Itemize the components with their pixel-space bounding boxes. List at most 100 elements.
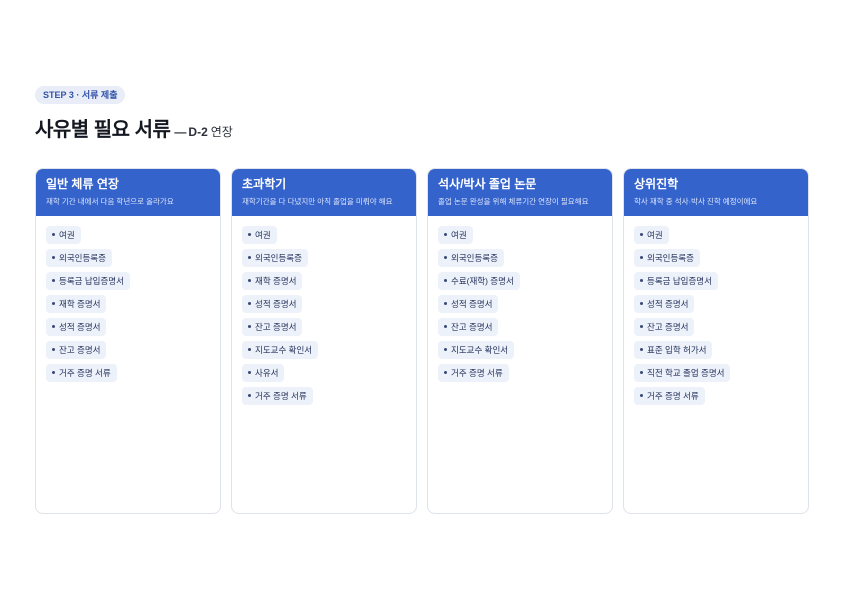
card-title: 석사/박사 졸업 논문 [438, 177, 537, 191]
document-label: 수료(재학) 증명서 [451, 276, 514, 286]
card-subtitle: 재학기간을 다 다녔지만 아직 졸업을 미뤄야 해요 [242, 197, 393, 206]
document-label: 외국인등록증 [451, 253, 498, 263]
bullet-icon [640, 394, 643, 398]
document-label: 등록금 납입증명서 [59, 276, 124, 286]
document-chip: 거주 증명 서류 [46, 364, 117, 382]
bullet-icon [640, 302, 643, 306]
bullet-icon [248, 302, 251, 306]
document-label: 재학 증명서 [255, 276, 297, 286]
step-badge: STEP 3 · 서류 제출 [35, 86, 126, 104]
document-label: 여권 [255, 230, 271, 240]
document-label: 표준 입학 허가서 [647, 345, 707, 355]
document-chip: 직전 학교 졸업 증명서 [634, 364, 731, 382]
bullet-icon [52, 348, 55, 352]
bullet-icon [52, 279, 55, 283]
reason-card-higher-degree: 상위진학학사 재학 중 석사·박사 진학 예정이에요여권외국인등록증등록금 납입… [623, 168, 809, 514]
document-chip: 외국인등록증 [46, 249, 112, 267]
document-chip: 여권 [46, 226, 81, 244]
document-label: 여권 [59, 230, 75, 240]
visa-code: D-2 [188, 125, 208, 139]
document-chip: 표준 입학 허가서 [634, 341, 713, 359]
page-title: 사유별 필요 서류 — D-2 연장 [35, 113, 233, 142]
card-header: 일반 체류 연장재학 기간 내에서 다음 학년으로 올라가요 [36, 169, 220, 216]
reason-cards: 일반 체류 연장재학 기간 내에서 다음 학년으로 올라가요여권외국인등록증등록… [35, 168, 809, 514]
document-chip: 사유서 [242, 364, 285, 382]
bullet-icon [444, 325, 447, 329]
bullet-icon [444, 256, 447, 260]
document-label: 재학 증명서 [59, 299, 101, 309]
document-label: 거주 증명 서류 [59, 368, 111, 378]
page-title-main: 사유별 필요 서류 [35, 119, 171, 141]
card-title: 상위진학 [634, 177, 679, 191]
bullet-icon [444, 371, 447, 375]
bullet-icon [52, 233, 55, 237]
document-chip: 지도교수 확인서 [438, 341, 515, 359]
document-label: 사유서 [255, 368, 279, 378]
bullet-icon [248, 325, 251, 329]
document-label: 외국인등록증 [59, 253, 106, 263]
page-title-suffix: 연장 [210, 125, 233, 139]
bullet-icon [640, 371, 643, 375]
document-list: 여권외국인등록증등록금 납입증명서성적 증명서잔고 증명서표준 입학 허가서직전… [624, 216, 808, 405]
reason-card-thesis: 석사/박사 졸업 논문졸업 논문 완성을 위해 체류기간 연장이 필요해요여권외… [427, 168, 613, 514]
document-label: 여권 [647, 230, 663, 240]
document-label: 여권 [451, 230, 467, 240]
document-label: 잔고 증명서 [59, 345, 101, 355]
bullet-icon [444, 233, 447, 237]
document-label: 거주 증명 서류 [451, 368, 503, 378]
document-chip: 잔고 증명서 [242, 318, 303, 336]
document-chip: 외국인등록증 [438, 249, 504, 267]
document-chip: 지도교수 확인서 [242, 341, 319, 359]
document-chip: 거주 증명 서류 [242, 387, 313, 405]
document-chip: 여권 [634, 226, 669, 244]
document-chip: 여권 [438, 226, 473, 244]
page-title-dash: — [174, 125, 187, 139]
document-chip: 성적 증명서 [46, 318, 107, 336]
bullet-icon [248, 256, 251, 260]
document-chip: 외국인등록증 [242, 249, 308, 267]
document-chip: 잔고 증명서 [634, 318, 695, 336]
card-header: 석사/박사 졸업 논문졸업 논문 완성을 위해 체류기간 연장이 필요해요 [428, 169, 612, 216]
document-chip: 잔고 증명서 [438, 318, 499, 336]
bullet-icon [444, 348, 447, 352]
card-title: 일반 체류 연장 [46, 177, 119, 191]
card-header: 상위진학학사 재학 중 석사·박사 진학 예정이에요 [624, 169, 808, 216]
document-label: 성적 증명서 [647, 299, 689, 309]
bullet-icon [444, 279, 447, 283]
card-title: 초과학기 [242, 177, 287, 191]
document-label: 지도교수 확인서 [255, 345, 313, 355]
document-chip: 수료(재학) 증명서 [438, 272, 520, 290]
document-label: 거주 증명 서류 [255, 391, 307, 401]
bullet-icon [248, 371, 251, 375]
bullet-icon [640, 348, 643, 352]
document-label: 직전 학교 졸업 증명서 [647, 368, 725, 378]
document-list: 여권외국인등록증수료(재학) 증명서성적 증명서잔고 증명서지도교수 확인서거주… [428, 216, 612, 382]
bullet-icon [444, 302, 447, 306]
document-chip: 거주 증명 서류 [438, 364, 509, 382]
document-label: 외국인등록증 [255, 253, 302, 263]
card-subtitle: 학사 재학 중 석사·박사 진학 예정이에요 [634, 197, 758, 206]
document-label: 성적 증명서 [255, 299, 297, 309]
card-subtitle: 졸업 논문 완성을 위해 체류기간 연장이 필요해요 [438, 197, 589, 206]
bullet-icon [248, 394, 251, 398]
document-label: 성적 증명서 [59, 322, 101, 332]
document-label: 잔고 증명서 [647, 322, 689, 332]
bullet-icon [248, 348, 251, 352]
document-label: 등록금 납입증명서 [647, 276, 712, 286]
document-list: 여권외국인등록증등록금 납입증명서재학 증명서성적 증명서잔고 증명서거주 증명… [36, 216, 220, 382]
bullet-icon [52, 325, 55, 329]
document-chip: 등록금 납입증명서 [634, 272, 718, 290]
bullet-icon [640, 325, 643, 329]
bullet-icon [52, 256, 55, 260]
reason-card-general-extension: 일반 체류 연장재학 기간 내에서 다음 학년으로 올라가요여권외국인등록증등록… [35, 168, 221, 514]
page: STEP 3 · 서류 제출 사유별 필요 서류 — D-2 연장 일반 체류 … [0, 0, 842, 595]
document-label: 성적 증명서 [451, 299, 493, 309]
document-label: 잔고 증명서 [451, 322, 493, 332]
document-label: 잔고 증명서 [255, 322, 297, 332]
card-subtitle: 재학 기간 내에서 다음 학년으로 올라가요 [46, 197, 174, 206]
document-chip: 등록금 납입증명서 [46, 272, 130, 290]
bullet-icon [640, 233, 643, 237]
document-chip: 재학 증명서 [46, 295, 107, 313]
bullet-icon [52, 302, 55, 306]
document-chip: 외국인등록증 [634, 249, 700, 267]
